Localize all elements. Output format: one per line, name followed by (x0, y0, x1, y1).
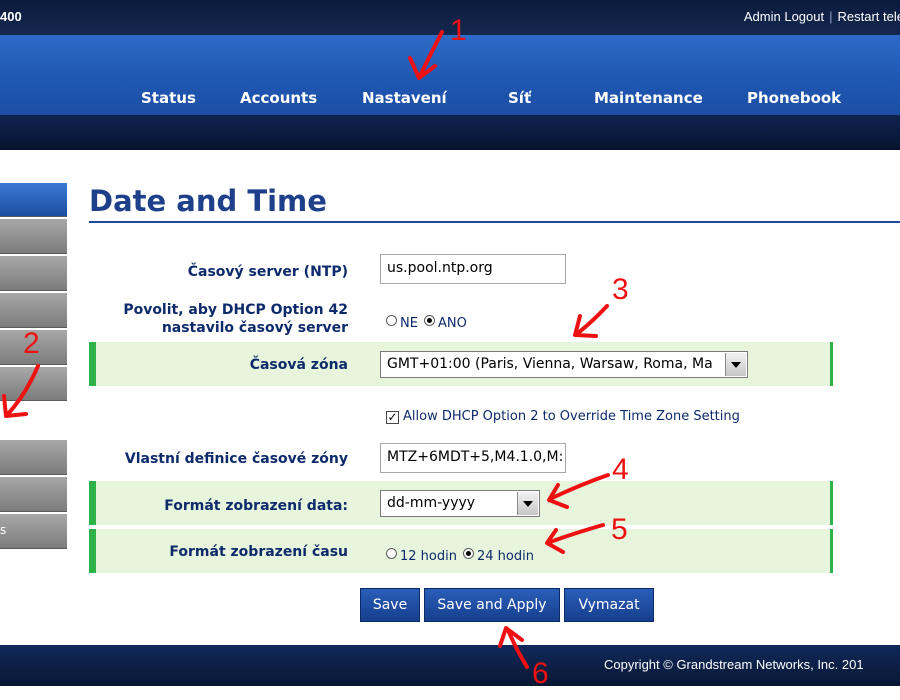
dhcp42-radio-ne[interactable] (386, 315, 397, 326)
annotation-number: 1 (450, 14, 467, 47)
annotation-number: 6 (532, 657, 549, 690)
copyright-text: Copyright © Grandstream Networks, Inc. 2… (604, 657, 864, 672)
custom-tz-label: Vlastní definice časové zóny (124, 451, 348, 467)
dhcp42-label-line1: Povolit, aby DHCP Option 42 (123, 302, 348, 318)
timezone-select[interactable]: GMT+01:00 (Paris, Vienna, Warsaw, Roma, … (380, 351, 748, 378)
time-format-label: Formát zobrazení času (169, 544, 348, 560)
annotation-number: 3 (612, 273, 629, 306)
sidebar-item[interactable] (0, 219, 67, 254)
nav-maintenance[interactable]: Maintenance (594, 89, 703, 107)
time-format-radio-12[interactable] (386, 548, 397, 559)
dhcp2-checkbox-label: Allow DHCP Option 2 to Override Time Zon… (403, 409, 740, 424)
date-format-select[interactable]: dd-mm-yyyy (380, 490, 540, 517)
admin-logout-link[interactable]: Admin Logout (744, 9, 824, 24)
subnav-band (0, 115, 900, 150)
save-button[interactable]: Save (360, 588, 420, 622)
date-format-label: Formát zobrazení data: (164, 498, 348, 514)
sidebar-item[interactable] (0, 293, 67, 328)
save-and-apply-button[interactable]: Save and Apply (424, 588, 560, 622)
date-format-selected-value: dd-mm-yyyy (387, 495, 476, 511)
annotation-number: 4 (612, 453, 629, 486)
custom-tz-input[interactable]: MTZ+6MDT+5,M4.1.0,M: (380, 443, 566, 473)
annotation-arrow (573, 314, 598, 338)
page-title: Date and Time (89, 184, 327, 218)
time-format-12-label: 12 hodin (400, 549, 457, 564)
sidebar-item-active[interactable] (0, 183, 67, 217)
nav-phonebook[interactable]: Phonebook (747, 89, 841, 107)
nav-status[interactable]: Status (141, 89, 196, 107)
reset-button[interactable]: Vymazat (564, 588, 654, 622)
title-divider (89, 221, 900, 223)
annotation-arrow (498, 626, 524, 648)
annotation-arrow (576, 304, 609, 335)
sidebar-item[interactable] (0, 440, 67, 475)
time-format-24-label: 24 hodin (476, 549, 534, 564)
restart-link[interactable]: Restart tele (838, 9, 900, 24)
nav-accounts[interactable]: Accounts (240, 89, 317, 107)
ntp-label: Časový server (NTP) (187, 264, 348, 280)
dhcp42-label-line2: nastavilo časový server (161, 320, 348, 336)
sidebar-item[interactable] (0, 477, 67, 512)
footer: Copyright © Grandstream Networks, Inc. 2… (0, 645, 900, 686)
dhcp42-radio-ano[interactable] (423, 315, 435, 326)
annotation-number: 5 (611, 513, 628, 546)
model-name: 400 (0, 9, 22, 24)
dhcp42-radio-group: NE ANO (386, 312, 473, 331)
sidebar-item-label: s (0, 523, 7, 537)
top-links: Admin Logout | Restart tele (744, 9, 900, 24)
chevron-down-icon[interactable] (725, 353, 746, 376)
dhcp2-checkbox-row: ✓ Allow DHCP Option 2 to Override Time Zo… (386, 405, 746, 424)
sidebar-item[interactable] (0, 256, 67, 291)
timezone-label: Časová zóna (249, 357, 348, 373)
sidebar-item[interactable]: s (0, 514, 67, 549)
nav-nastaveni[interactable]: Nastavení (362, 89, 447, 107)
ntp-server-input[interactable]: us.pool.ntp.org (380, 254, 566, 284)
nav-sit[interactable]: Síť (508, 89, 531, 107)
dhcp42-option-ano-label: ANO (437, 316, 467, 331)
dhcp42-option-ne-label: NE (400, 316, 418, 331)
dhcp2-checkbox[interactable]: ✓ (386, 411, 399, 424)
chevron-down-icon[interactable] (517, 492, 538, 515)
sidebar-item[interactable] (0, 367, 67, 401)
time-format-radio-24[interactable] (462, 548, 474, 559)
timezone-selected-value: GMT+01:00 (Paris, Vienna, Warsaw, Roma, … (387, 356, 713, 372)
annotation-number: 2 (23, 327, 40, 360)
time-format-radio-group: 12 hodin 24 hodin (386, 545, 540, 564)
